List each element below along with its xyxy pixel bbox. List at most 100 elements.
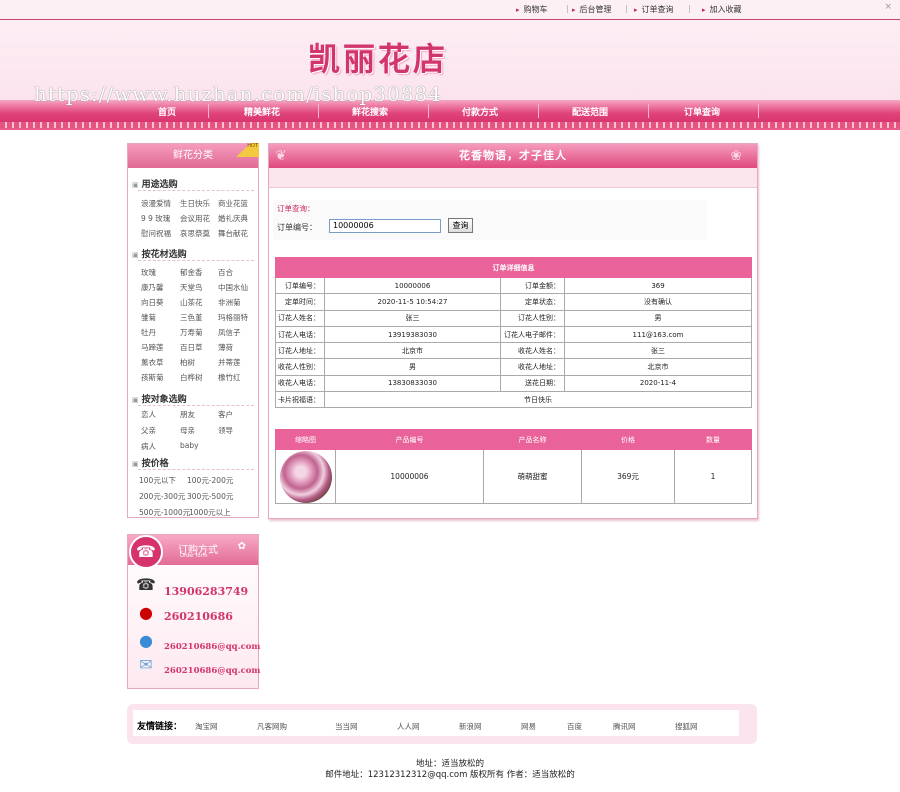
footer-copyright: 邮件地址：12312312312@qq.com 版权所有 作者：适当放松的	[325, 770, 575, 780]
field-label: 订花人性别：	[500, 309, 565, 327]
category-link[interactable]: 薰衣草	[141, 357, 164, 368]
order-query-label: 订单查询：	[277, 204, 315, 213]
field-value: 张三	[324, 309, 501, 327]
category-link[interactable]: baby	[180, 441, 199, 450]
field-value: 没有确认	[564, 293, 752, 311]
field-label: 收花人地址：	[500, 358, 565, 376]
category-link[interactable]: 孩斯菊	[141, 372, 164, 383]
category-link[interactable]: 母亲	[180, 425, 195, 436]
category-link[interactable]: 郁金香	[180, 267, 203, 278]
cart-link[interactable]: 购物车	[516, 4, 548, 15]
category-link[interactable]: 白桦树	[180, 372, 203, 383]
field-label: 定单时间：	[275, 293, 325, 311]
price-link[interactable]: 100元以下	[139, 475, 176, 486]
category-link[interactable]: 凤信子	[218, 327, 241, 338]
category-link[interactable]: 婚礼庆典	[218, 213, 248, 224]
query-button[interactable]: 查询	[448, 218, 473, 233]
friend-link[interactable]: 人人网	[397, 721, 420, 732]
contact-email[interactable]: 260210686@qq.com	[164, 642, 260, 652]
flower-icon: ✿	[237, 541, 246, 552]
field-value: 男	[324, 358, 501, 376]
nav-payment[interactable]: 付款方式	[462, 105, 498, 118]
category-link[interactable]: 薄荷	[218, 342, 233, 353]
category-link[interactable]: 并蒂莲	[218, 357, 241, 368]
category-link[interactable]: 客户	[218, 409, 233, 420]
category-link[interactable]: 商业花篮	[218, 198, 248, 209]
divider	[138, 405, 254, 406]
divider: |	[625, 4, 628, 13]
nav-order-query[interactable]: 订单查询	[684, 105, 720, 118]
price-link[interactable]: 300元-500元	[187, 491, 233, 502]
field-value: 男	[564, 309, 752, 327]
category-link[interactable]: 向日葵	[141, 297, 164, 308]
category-link[interactable]: 朋友	[180, 409, 195, 420]
telephone-icon: ☎	[129, 535, 163, 569]
price-link[interactable]: 200元-300元	[139, 491, 185, 502]
bookmark-link[interactable]: 加入收藏	[702, 4, 742, 15]
category-link[interactable]: 山茶花	[180, 297, 203, 308]
nav-search[interactable]: 鲜花搜索	[352, 105, 388, 118]
category-link[interactable]: 马蹄莲	[141, 342, 164, 353]
nav-home[interactable]: 首页	[158, 105, 176, 118]
table-row: 订花人地址： 北京市 收花人姓名： 张三	[275, 342, 752, 360]
category-link[interactable]: 百日草	[180, 342, 203, 353]
category-link[interactable]: 天堂鸟	[180, 282, 203, 293]
category-link[interactable]: 玫瑰	[141, 267, 156, 278]
friend-link[interactable]: 百度	[567, 721, 582, 732]
contact-email[interactable]: 260210686@qq.com	[164, 666, 260, 676]
order-detail-table: 订单详细信息 订单编号： 10000006 订单金额： 369 定单时间： 20…	[275, 257, 752, 409]
field-label: 订花人电话：	[275, 325, 325, 344]
nav-divider	[758, 104, 759, 118]
category-link[interactable]: 三色堇	[180, 312, 203, 323]
category-link[interactable]: 玛格丽特	[218, 312, 248, 323]
admin-link[interactable]: 后台管理	[572, 4, 612, 15]
section-material-title: 按花材选购	[132, 247, 187, 260]
category-link[interactable]: 牡丹	[141, 327, 156, 338]
category-link[interactable]: 万寿菊	[180, 327, 203, 338]
field-label: 订花人地址：	[275, 342, 325, 360]
table-row: 10000006 萌萌甜蜜 369元 1	[275, 449, 752, 504]
category-link[interactable]: 康乃馨	[141, 282, 164, 293]
category-link[interactable]: 舞台献花	[218, 228, 248, 239]
category-link[interactable]: 会议用花	[180, 213, 210, 224]
product-name[interactable]: 萌萌甜蜜	[483, 449, 582, 504]
category-link[interactable]: 橡竹红	[218, 372, 241, 383]
field-value: 2020-11-4	[564, 374, 752, 393]
close-icon[interactable]: ×	[884, 2, 892, 12]
category-link[interactable]: 浪漫爱情	[141, 198, 171, 209]
friend-link[interactable]: 凡客网购	[257, 721, 287, 732]
order-number-input[interactable]: 10000006	[329, 219, 441, 233]
friend-link[interactable]: 搜狐网	[675, 721, 698, 732]
floral-ornament-icon: ❦	[275, 148, 288, 164]
product-thumbnail-cell	[275, 449, 336, 504]
friend-link[interactable]: 腾讯网	[613, 721, 636, 732]
field-label: 送花日期：	[500, 374, 565, 393]
price-link[interactable]: 500元-1000元	[139, 507, 190, 518]
shop-logo-title[interactable]: 凯丽花店	[308, 34, 448, 80]
friend-link[interactable]: 淘宝网	[195, 721, 218, 732]
nav-divider	[538, 104, 539, 118]
category-link[interactable]: 9 9 玫瑰	[141, 213, 170, 224]
category-link[interactable]: 生日快乐	[180, 198, 210, 209]
order-query-link[interactable]: 订单查询	[634, 4, 674, 15]
category-link[interactable]: 非洲菊	[218, 297, 241, 308]
category-link[interactable]: 柏树	[180, 357, 195, 368]
category-link[interactable]: 恋人	[141, 409, 156, 420]
category-link[interactable]: 父亲	[141, 425, 156, 436]
category-link[interactable]: 慰问祝福	[141, 228, 171, 239]
friend-link[interactable]: 网易	[521, 721, 536, 732]
nav-flowers[interactable]: 精美鲜花	[244, 105, 280, 118]
category-link[interactable]: 哀思祭奠	[180, 228, 210, 239]
price-link[interactable]: 100元-200元	[187, 475, 233, 486]
category-link[interactable]: 中国水仙	[218, 282, 248, 293]
friend-link[interactable]: 新浪网	[459, 721, 482, 732]
field-label: 定单状态：	[500, 293, 565, 311]
product-thumbnail[interactable]	[279, 450, 332, 503]
category-link[interactable]: 百合	[218, 267, 233, 278]
price-link[interactable]: 1000元以上	[189, 507, 231, 518]
category-link[interactable]: 病人	[141, 441, 156, 452]
nav-delivery[interactable]: 配送范围	[572, 105, 608, 118]
category-link[interactable]: 雏菊	[141, 312, 156, 323]
category-link[interactable]: 领导	[218, 425, 233, 436]
friend-link[interactable]: 当当网	[335, 721, 358, 732]
